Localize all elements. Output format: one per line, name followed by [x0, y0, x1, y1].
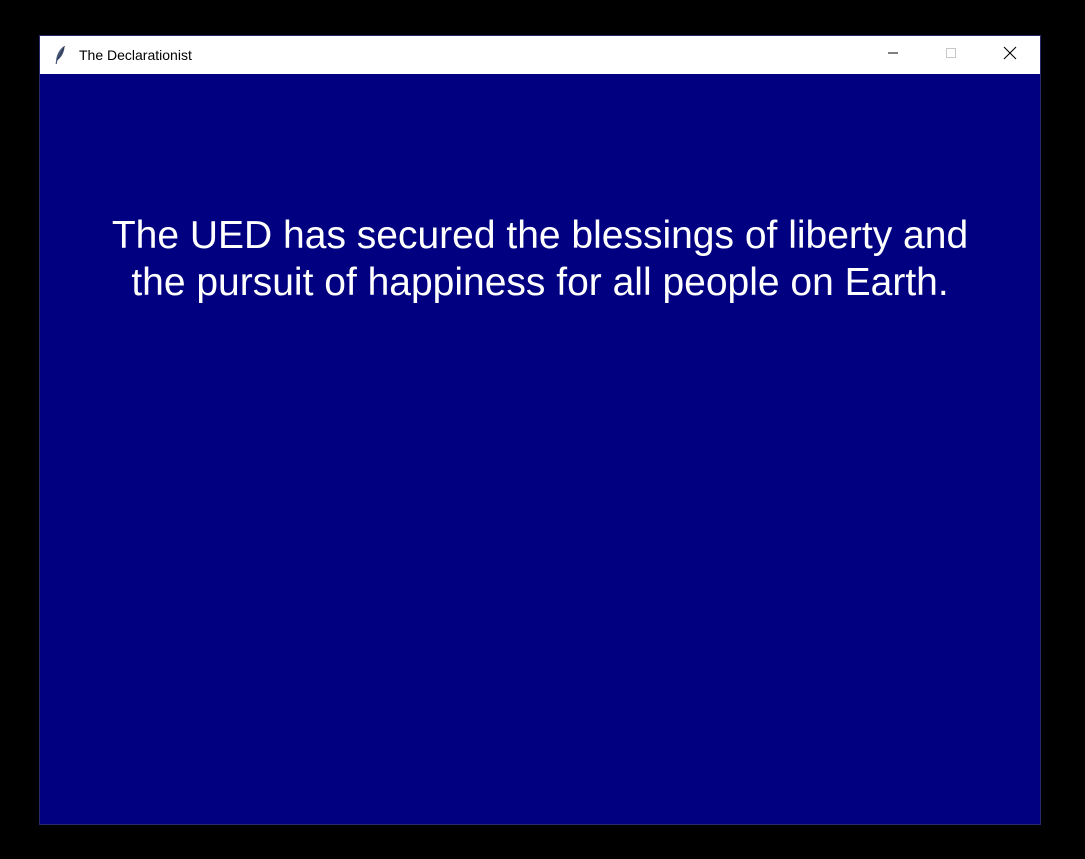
close-button[interactable] [980, 36, 1040, 74]
feather-icon [52, 45, 68, 65]
minimize-icon [887, 46, 899, 64]
close-icon [1003, 46, 1017, 65]
maximize-button[interactable] [922, 36, 980, 74]
window-title: The Declarationist [79, 47, 192, 63]
minimize-button[interactable] [864, 36, 922, 74]
maximize-icon [945, 46, 957, 64]
message-text: The UED has secured the blessings of lib… [111, 214, 969, 304]
app-window: The Declarationist The UED has secured t… [40, 36, 1040, 824]
main-content: The UED has secured the blessings of lib… [40, 74, 1040, 824]
title-bar[interactable]: The Declarationist [40, 36, 1040, 74]
